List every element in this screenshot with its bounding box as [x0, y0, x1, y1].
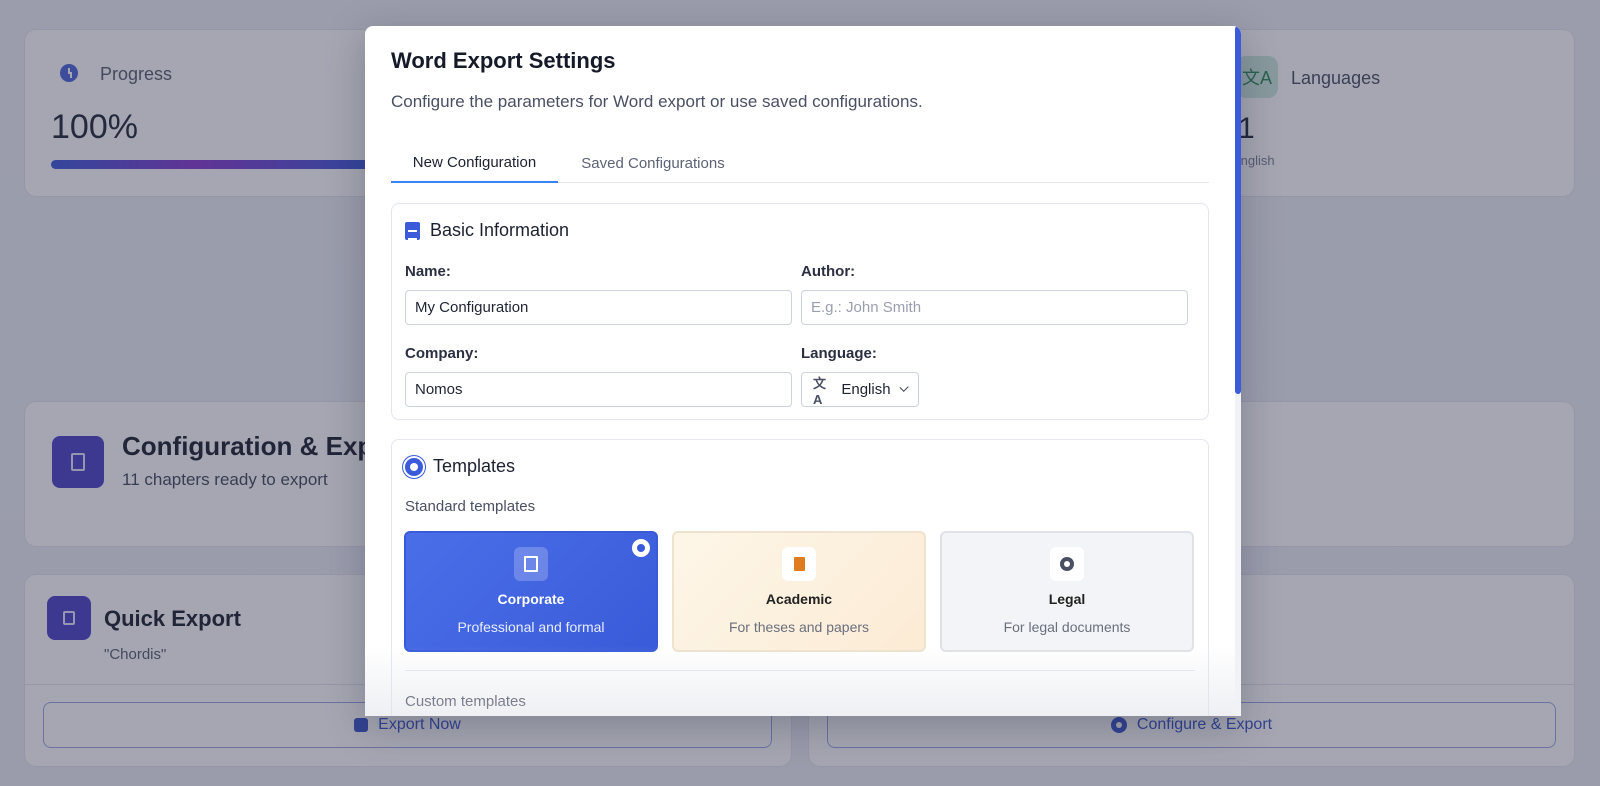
divider: [405, 670, 1195, 671]
author-input[interactable]: [801, 290, 1188, 325]
template-description: Professional and formal: [457, 619, 605, 635]
document-icon: [782, 547, 816, 581]
template-name: Corporate: [497, 591, 565, 607]
word-export-settings-dialog: Word Export Settings Configure the param…: [365, 26, 1241, 716]
name-label: Name:: [405, 263, 451, 280]
custom-templates-label: Custom templates: [405, 693, 526, 710]
template-name: Academic: [765, 591, 833, 607]
templates-header: Templates: [405, 456, 515, 477]
document-icon: [405, 221, 420, 240]
template-name: Legal: [1048, 591, 1086, 607]
language-label: Language:: [801, 345, 877, 362]
dialog-title: Word Export Settings: [391, 48, 616, 73]
template-card-legal[interactable]: Legal For legal documents: [940, 531, 1194, 652]
scrollbar-thumb[interactable]: [1235, 26, 1241, 394]
basic-information-section: Basic Information Name: Author: Company:…: [391, 203, 1209, 420]
translate-icon: 文A: [813, 375, 827, 407]
dialog-description: Configure the parameters for Word export…: [391, 92, 923, 111]
chevron-down-icon: [899, 382, 909, 393]
language-select-value: English: [841, 381, 891, 398]
building-icon: [514, 547, 548, 581]
gear-icon: [405, 457, 423, 476]
template-description: For legal documents: [1003, 619, 1131, 635]
basic-information-header: Basic Information: [405, 220, 569, 241]
template-description: For theses and papers: [728, 619, 870, 635]
basic-information-heading: Basic Information: [430, 220, 570, 240]
templates-section: Templates Standard templates Corporate P…: [391, 439, 1209, 716]
company-input[interactable]: [405, 372, 792, 407]
language-select[interactable]: 文A English: [801, 372, 919, 407]
gear-icon: [1050, 547, 1084, 581]
config-tabs: New Configuration Saved Configurations: [391, 143, 1209, 183]
selected-radio-icon: [632, 539, 650, 557]
name-input[interactable]: [405, 290, 792, 325]
author-label: Author:: [801, 263, 856, 280]
standard-templates-label: Standard templates: [405, 498, 536, 515]
templates-heading: Templates: [433, 456, 516, 476]
template-card-corporate[interactable]: Corporate Professional and formal: [404, 531, 658, 652]
template-card-academic[interactable]: Academic For theses and papers: [672, 531, 926, 652]
company-label: Company:: [405, 345, 479, 362]
tab-new-configuration[interactable]: New Configuration: [391, 143, 558, 183]
tab-saved-configurations[interactable]: Saved Configurations: [558, 143, 748, 183]
